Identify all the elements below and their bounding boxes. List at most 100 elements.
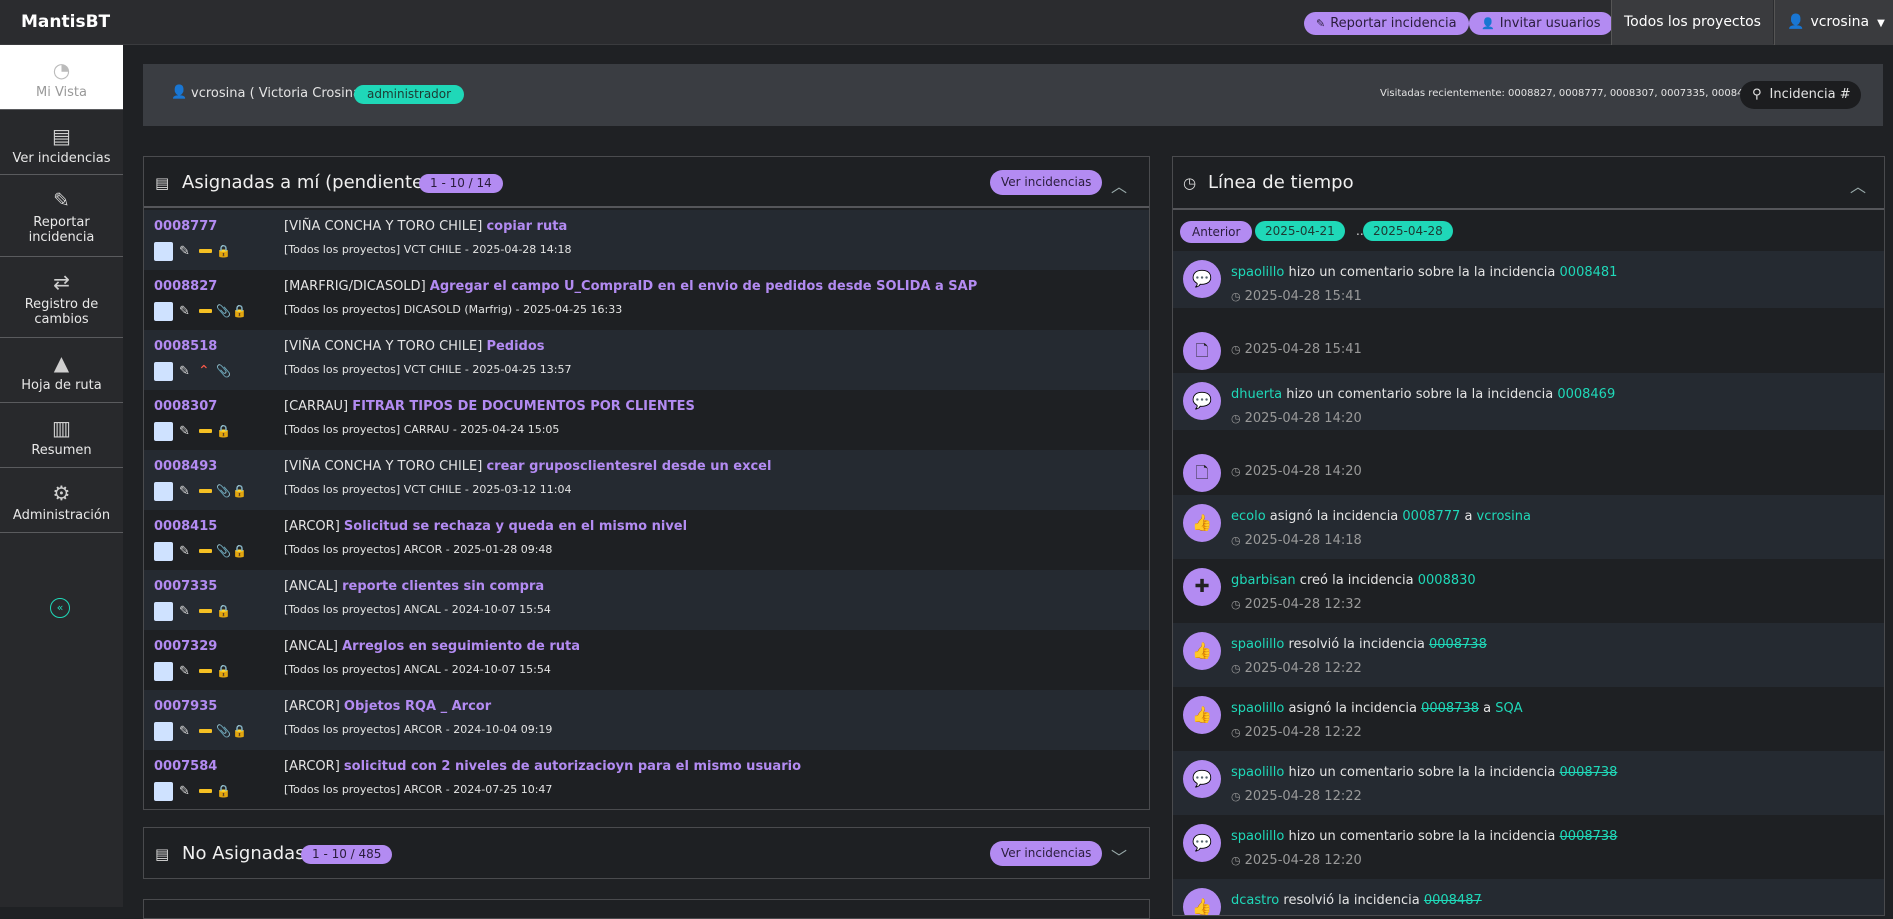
view-issues-button[interactable]: Ver incidencias (990, 170, 1103, 195)
user-link[interactable]: SQA (1495, 701, 1522, 716)
timestamp: 2025-04-28 14:20 (1244, 464, 1362, 479)
bar-chart-icon: ▥ (52, 416, 71, 440)
user-link[interactable]: gbarbisan (1231, 573, 1296, 588)
issue-id-link[interactable]: 0007335 (154, 579, 217, 594)
issue-summary-link[interactable]: solicitud con 2 niveles de autorizacioyn… (344, 759, 801, 774)
edit-icon[interactable]: ✎ (179, 304, 190, 319)
report-issue-button[interactable]: ✎ Reportar incidencia (1304, 12, 1469, 35)
sidebar-item-my-view[interactable]: ◔ Mi Vista (0, 45, 123, 110)
edit-icon[interactable]: ✎ (179, 664, 190, 679)
sidebar-item-changelog[interactable]: ⇄ Registro de cambios (0, 257, 123, 338)
timeline-text: spaolillo hizo un comentario sobre la la… (1231, 765, 1617, 780)
issue-summary-link[interactable]: Agregar el campo U_CompraID en el envio … (430, 279, 977, 294)
issue-summary-link[interactable]: copiar ruta (486, 219, 567, 234)
user-link[interactable]: vcrosina (1477, 509, 1531, 524)
issue-link[interactable]: 0008487 (1424, 893, 1482, 908)
issue-summary-link[interactable]: Pedidos (486, 339, 544, 354)
paperclip-icon: 📎 (216, 724, 231, 738)
issue-link[interactable]: 0008481 (1560, 265, 1618, 280)
timeline-item: 🗋 ◷ 2025-04-28 14:20 (1173, 451, 1884, 495)
timeline-nav: Anterior 2025-04-21 .. 2025-04-28 (1180, 221, 1680, 243)
issue-id-link[interactable]: 0007584 (154, 759, 217, 774)
gears-icon: ⚙ (52, 481, 71, 505)
comment-icon: 💬 (1183, 260, 1221, 298)
issue-link[interactable]: 0008469 (1557, 387, 1615, 402)
user-link[interactable]: spaolillo (1231, 265, 1284, 280)
app-brand[interactable]: MantisBT (21, 12, 110, 32)
count-badge: 1 - 10 / 485 (301, 845, 393, 864)
issue-row: 0007335 ✎ 🔒 [ANCAL] reporte clientes sin co… (144, 570, 1149, 630)
previous-button[interactable]: Anterior (1180, 221, 1253, 243)
paperclip-icon: 📎 (216, 304, 231, 318)
timeline-time: ◷ 2025-04-28 14:18 (1231, 533, 1362, 548)
sidebar-item-report-issue[interactable]: ✎ Reportar incidencia (0, 175, 123, 257)
issue-search-input[interactable]: ⚲ Incidencia # (1740, 81, 1861, 109)
user-link[interactable]: spaolillo (1231, 765, 1284, 780)
issue-summary-link[interactable]: FITRAR TIPOS DE DOCUMENTOS POR CLIENTES (352, 399, 695, 414)
user-link[interactable]: spaolillo (1231, 637, 1284, 652)
issue-summary-link[interactable]: Solicitud se rechaza y queda en el mismo… (344, 519, 687, 534)
issue-id-link[interactable]: 0007329 (154, 639, 217, 654)
issue-link[interactable]: 0008738 (1560, 829, 1618, 844)
status-color-box (154, 362, 173, 381)
user-link[interactable]: spaolillo (1231, 829, 1284, 844)
timeline-time: ◷ 2025-04-28 12:32 (1231, 597, 1362, 612)
issue-id-link[interactable]: 0008518 (154, 339, 217, 354)
project-selector-label: Todos los proyectos (1624, 14, 1761, 30)
issue-link[interactable]: 0008738 (1560, 765, 1618, 780)
date-to-badge[interactable]: 2025-04-28 (1363, 221, 1453, 241)
edit-icon[interactable]: ✎ (179, 484, 190, 499)
issue-id-link[interactable]: 0008493 (154, 459, 217, 474)
issue-meta: [Todos los proyectos] ANCAL - 2024-10-07… (284, 603, 551, 616)
issue-id-link[interactable]: 0007935 (154, 699, 217, 714)
timeline-item: 👍 ecolo asignó la incidencia 0008777 a vc… (1173, 495, 1884, 559)
issue-id-link[interactable]: 0008777 (154, 219, 217, 234)
issue-id-link[interactable]: 0008307 (154, 399, 217, 414)
issue-summary-link[interactable]: Objetos RQA _ Arcor (344, 699, 491, 714)
issue-link[interactable]: 0008738 (1429, 637, 1487, 652)
user-link[interactable]: dhuerta (1231, 387, 1282, 402)
user-link[interactable]: ecolo (1231, 509, 1266, 524)
issue-link[interactable]: 0008777 (1402, 509, 1460, 524)
user-link[interactable]: spaolillo (1231, 701, 1284, 716)
timeline-time: ◷ 2025-04-28 14:20 (1231, 464, 1362, 479)
timeline-panel: ◷ Línea de tiempo ︿ Anterior 2025-04-21 … (1172, 156, 1885, 916)
issue-summary-link[interactable]: Arreglos en seguimiento de ruta (342, 639, 580, 654)
date-from-badge[interactable]: 2025-04-21 (1255, 221, 1345, 241)
edit-icon[interactable]: ✎ (179, 424, 190, 439)
clock-icon: ◷ (1231, 598, 1241, 611)
sidebar-item-roadmap[interactable]: ▲ Hoja de ruta (0, 338, 123, 403)
clock-icon: ◷ (1183, 174, 1197, 192)
user-menu[interactable]: 👤 vcrosina ▼ (1774, 0, 1893, 45)
user-link[interactable]: dcastro (1231, 893, 1279, 908)
issue-id-link[interactable]: 0008827 (154, 279, 217, 294)
chevron-up-icon[interactable]: ︿ (1111, 173, 1127, 197)
sidebar-item-administration[interactable]: ⚙ Administración (0, 468, 123, 533)
issue-id-link[interactable]: 0008415 (154, 519, 217, 534)
issue-summary-link[interactable]: reporte clientes sin compra (342, 579, 544, 594)
sidebar-item-summary[interactable]: ▥ Resumen (0, 403, 123, 468)
sidebar-item-view-issues[interactable]: ▤ Ver incidencias (0, 110, 123, 175)
invite-users-button[interactable]: 👤 Invitar usuarios (1469, 12, 1613, 35)
timeline-time: ◷ 2025-04-28 12:20 (1231, 853, 1362, 868)
comment-icon: 💬 (1183, 760, 1221, 798)
issue-link[interactable]: 0008830 (1418, 573, 1476, 588)
issue-summary-link[interactable]: crear gruposclientesrel desde un excel (486, 459, 771, 474)
priority-normal-icon (199, 549, 212, 553)
chevron-down-icon[interactable]: ﹀ (1111, 844, 1127, 868)
clock-icon: ◷ (1231, 662, 1241, 675)
edit-icon[interactable]: ✎ (179, 724, 190, 739)
edit-icon[interactable]: ✎ (179, 544, 190, 559)
double-chevron-left-icon[interactable]: « (50, 598, 70, 618)
project-selector[interactable]: Todos los proyectos▼ (1611, 0, 1773, 74)
issue-row: 0007584 ✎ 🔒 [ARCOR] solicitud con 2 niveles… (144, 750, 1149, 810)
status-color-box (154, 662, 173, 681)
chevron-up-icon[interactable]: ︿ (1850, 173, 1866, 197)
edit-icon[interactable]: ✎ (179, 364, 190, 379)
view-issues-button[interactable]: Ver incidencias (990, 841, 1103, 866)
current-user[interactable]: vcrosina ( Victoria Crosina ) (191, 86, 370, 101)
edit-icon[interactable]: ✎ (179, 604, 190, 619)
edit-icon[interactable]: ✎ (179, 244, 190, 259)
edit-icon[interactable]: ✎ (179, 784, 190, 799)
issue-link[interactable]: 0008738 (1421, 701, 1479, 716)
